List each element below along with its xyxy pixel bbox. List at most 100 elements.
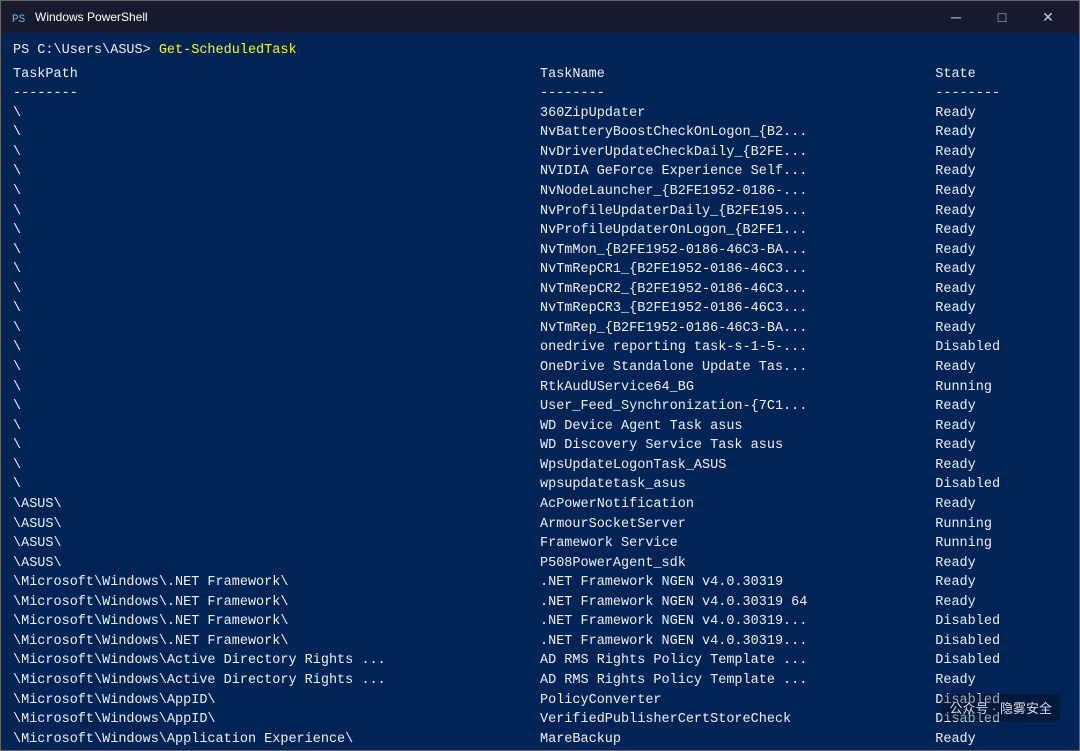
task-path: \ — [13, 280, 540, 300]
maximize-button[interactable]: □ — [979, 1, 1025, 33]
table-header: TaskPath TaskName State — [13, 65, 1067, 85]
task-path: \ASUS\ — [13, 554, 540, 574]
table-row: \WD Discovery Service Task asusReady — [13, 436, 1067, 456]
titlebar: PS Windows PowerShell ─ □ ✕ — [1, 1, 1079, 33]
task-table: TaskPath TaskName State -------- -------… — [13, 65, 1067, 750]
minimize-button[interactable]: ─ — [933, 1, 979, 33]
table-row: \Microsoft\Windows\Active Directory Righ… — [13, 671, 1067, 691]
table-row: \Microsoft\Windows\.NET Framework\.NET F… — [13, 593, 1067, 613]
task-name: Microsoft Compatibility Appraiser — [540, 749, 935, 750]
task-state: Ready — [935, 123, 1067, 143]
table-row: \ASUS\ArmourSocketServerRunning — [13, 515, 1067, 535]
task-path: \ — [13, 299, 540, 319]
task-name: wpsupdatetask_asus — [540, 475, 935, 495]
table-row: \User_Feed_Synchronization-{7C1...Ready — [13, 397, 1067, 417]
task-path: \ — [13, 260, 540, 280]
task-state: Disabled — [935, 338, 1067, 358]
table-row: \Microsoft\Windows\Active Directory Righ… — [13, 651, 1067, 671]
table-row: \WD Device Agent Task asusReady — [13, 417, 1067, 437]
header-state: State — [935, 65, 1067, 85]
table-row: \Microsoft\Windows\Application Experienc… — [13, 730, 1067, 750]
task-state: Disabled — [935, 612, 1067, 632]
task-state: Ready — [935, 162, 1067, 182]
task-name: NvTmRepCR1_{B2FE1952-0186-46C3... — [540, 260, 935, 280]
task-path: \ — [13, 436, 540, 456]
table-row: \NvProfileUpdaterDaily_{B2FE195...Ready — [13, 202, 1067, 222]
task-path: \ — [13, 358, 540, 378]
task-name: ArmourSocketServer — [540, 515, 935, 535]
task-state: Ready — [935, 593, 1067, 613]
powershell-window: PS Windows PowerShell ─ □ ✕ PS C:\Users\… — [0, 0, 1080, 751]
close-button[interactable]: ✕ — [1025, 1, 1071, 33]
table-row: \NvTmRepCR1_{B2FE1952-0186-46C3...Ready — [13, 260, 1067, 280]
task-name: AD RMS Rights Policy Template ... — [540, 651, 935, 671]
task-name: AcPowerNotification — [540, 495, 935, 515]
task-name: NvTmRep_{B2FE1952-0186-46C3-BA... — [540, 319, 935, 339]
watermark: 公众号 · 隐雾安全 — [941, 694, 1060, 721]
task-name: NvNodeLauncher_{B2FE1952-0186-... — [540, 182, 935, 202]
table-row: \OneDrive Standalone Update Tas...Ready — [13, 358, 1067, 378]
task-name: WpsUpdateLogonTask_ASUS — [540, 456, 935, 476]
table-row: \NvTmMon_{B2FE1952-0186-46C3-BA...Ready — [13, 241, 1067, 261]
task-state: Ready — [935, 319, 1067, 339]
table-row: \ASUS\P508PowerAgent_sdkReady — [13, 554, 1067, 574]
task-name: NvProfileUpdaterOnLogon_{B2FE1... — [540, 221, 935, 241]
task-state: Ready — [935, 554, 1067, 574]
task-path: \ — [13, 417, 540, 437]
task-name: NvTmRepCR2_{B2FE1952-0186-46C3... — [540, 280, 935, 300]
table-row: \RtkAudUService64_BGRunning — [13, 378, 1067, 398]
task-state: Ready — [935, 221, 1067, 241]
table-row: \Microsoft\Windows\AppID\VerifiedPublish… — [13, 710, 1067, 730]
task-path: \Microsoft\Windows\Application Experienc… — [13, 730, 540, 750]
task-name: NvBatteryBoostCheckOnLogon_{B2... — [540, 123, 935, 143]
task-name: NVIDIA GeForce Experience Self... — [540, 162, 935, 182]
task-name: VerifiedPublisherCertStoreCheck — [540, 710, 935, 730]
task-name: PolicyConverter — [540, 691, 935, 711]
task-state: Ready — [935, 104, 1067, 124]
table-row: \NvTmRep_{B2FE1952-0186-46C3-BA...Ready — [13, 319, 1067, 339]
task-path: \Microsoft\Windows\AppID\ — [13, 691, 540, 711]
task-state: Ready — [935, 436, 1067, 456]
sep-path: -------- — [13, 84, 540, 104]
table-row: \Microsoft\Windows\Application Experienc… — [13, 749, 1067, 750]
table-row: \wpsupdatetask_asusDisabled — [13, 475, 1067, 495]
header-name: TaskName — [540, 65, 935, 85]
task-state: Disabled — [935, 632, 1067, 652]
table-row: \Microsoft\Windows\.NET Framework\.NET F… — [13, 632, 1067, 652]
task-name: NvDriverUpdateCheckDaily_{B2FE... — [540, 143, 935, 163]
task-name: NvTmRepCR3_{B2FE1952-0186-46C3... — [540, 299, 935, 319]
task-name: P508PowerAgent_sdk — [540, 554, 935, 574]
task-path: \Microsoft\Windows\AppID\ — [13, 710, 540, 730]
window-controls: ─ □ ✕ — [933, 1, 1071, 33]
terminal-body[interactable]: PS C:\Users\ASUS> Get-ScheduledTask Task… — [1, 33, 1079, 750]
task-path: \ — [13, 202, 540, 222]
table-row: \NvDriverUpdateCheckDaily_{B2FE...Ready — [13, 143, 1067, 163]
table-row: \ASUS\AcPowerNotificationReady — [13, 495, 1067, 515]
task-state: Ready — [935, 730, 1067, 750]
table-row: \NvBatteryBoostCheckOnLogon_{B2...Ready — [13, 123, 1067, 143]
task-state: Ready — [935, 241, 1067, 261]
task-path: \ — [13, 397, 540, 417]
table-row: \NvTmRepCR2_{B2FE1952-0186-46C3...Ready — [13, 280, 1067, 300]
task-path: \ — [13, 241, 540, 261]
task-state: Ready — [935, 456, 1067, 476]
task-path: \ — [13, 182, 540, 202]
task-path: \ — [13, 104, 540, 124]
sep-state: -------- — [935, 84, 1067, 104]
table-row: \Microsoft\Windows\.NET Framework\.NET F… — [13, 612, 1067, 632]
task-state: Ready — [935, 671, 1067, 691]
table-row: \360ZipUpdaterReady — [13, 104, 1067, 124]
task-state: Ready — [935, 260, 1067, 280]
table-row: \Microsoft\Windows\AppID\PolicyConverter… — [13, 691, 1067, 711]
task-path: \ — [13, 162, 540, 182]
task-path: \ — [13, 319, 540, 339]
task-path: \Microsoft\Windows\Application Experienc… — [13, 749, 540, 750]
task-path: \ — [13, 338, 540, 358]
table-row: \NvNodeLauncher_{B2FE1952-0186-...Ready — [13, 182, 1067, 202]
task-name: Framework Service — [540, 534, 935, 554]
header-path: TaskPath — [13, 65, 540, 85]
task-name: .NET Framework NGEN v4.0.30319... — [540, 612, 935, 632]
sep-name: -------- — [540, 84, 935, 104]
task-name: NvTmMon_{B2FE1952-0186-46C3-BA... — [540, 241, 935, 261]
task-path: \ — [13, 143, 540, 163]
